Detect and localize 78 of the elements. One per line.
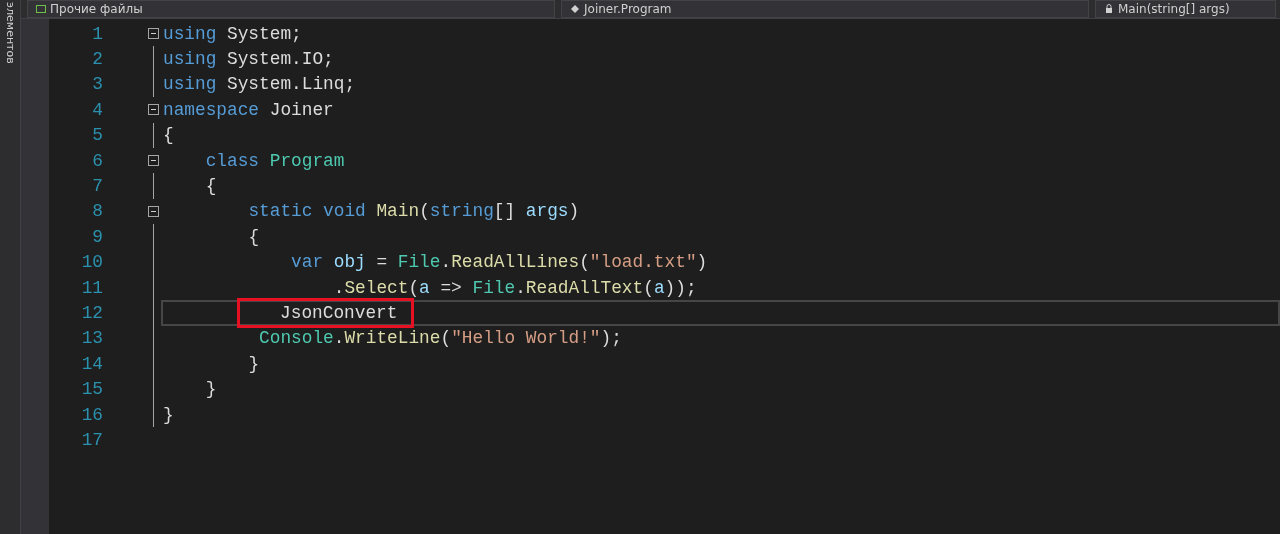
- line-number: 5: [91, 125, 104, 146]
- code-token: }: [163, 404, 174, 425]
- line-number: 4: [91, 99, 104, 120]
- code-token: {: [163, 125, 174, 146]
- code-token: class: [205, 150, 260, 171]
- line-number: 10: [80, 252, 104, 273]
- code-token: Select: [344, 277, 409, 298]
- line-number: 15: [80, 379, 104, 400]
- collapse-icon[interactable]: [147, 104, 159, 116]
- code-token: a: [419, 277, 430, 298]
- code-token: static void: [248, 201, 366, 222]
- diamond-icon: [570, 4, 580, 14]
- code-token: (: [643, 277, 654, 298]
- code-token: Program: [269, 150, 345, 171]
- code-token: obj: [333, 252, 366, 273]
- code-token: Console: [259, 328, 334, 349]
- code-token: }: [205, 379, 217, 400]
- code-token: }: [248, 353, 260, 374]
- code-token: .: [515, 277, 526, 298]
- code-token: );: [600, 328, 622, 349]
- collapse-icon[interactable]: [147, 205, 159, 217]
- code-token: System.IO;: [227, 49, 334, 70]
- code-token: (: [440, 328, 452, 349]
- code-token: .: [440, 252, 452, 273]
- window-icon: [36, 4, 46, 14]
- code-token: File: [472, 277, 516, 298]
- code-token: ReadAllLines: [451, 252, 580, 273]
- code-token: args: [525, 201, 569, 222]
- code-token: a: [653, 277, 665, 298]
- line-number: 12: [80, 303, 104, 323]
- code-token: .: [333, 277, 345, 298]
- code-token: =: [376, 252, 389, 273]
- code-token: {: [205, 176, 217, 197]
- code-token: using: [163, 49, 217, 70]
- code-token: Main: [376, 201, 420, 222]
- code-token: string: [429, 201, 494, 222]
- code-token: System;: [227, 23, 302, 44]
- code-token: []: [493, 201, 517, 222]
- line-number: 6: [91, 150, 104, 171]
- code-token: ): [568, 201, 580, 222]
- code-token: (: [419, 201, 430, 222]
- code-token: System.Linq;: [227, 74, 356, 95]
- line-number: 9: [91, 226, 104, 247]
- code-token: ));: [664, 277, 697, 298]
- code-token: "Hello World!": [451, 328, 601, 349]
- side-panel-tab[interactable]: элементов: [0, 0, 21, 534]
- line-number: 3: [91, 74, 104, 95]
- code-token: ReadAllText: [525, 277, 644, 298]
- collapse-icon[interactable]: [147, 155, 159, 167]
- code-token: WriteLine: [344, 328, 441, 349]
- line-number: 13: [80, 328, 104, 349]
- code-token: .: [333, 328, 345, 349]
- member-dropdown[interactable]: Main(string[] args): [1095, 0, 1276, 18]
- line-number: 16: [80, 404, 104, 425]
- code-token: JsonConvert: [237, 298, 415, 328]
- code-token: namespace: [163, 99, 260, 120]
- code-token: =>: [440, 277, 463, 298]
- line-number: 2: [91, 49, 104, 70]
- line-number: 11: [80, 277, 104, 298]
- line-number: 17: [80, 429, 104, 450]
- collapse-icon[interactable]: [147, 28, 159, 40]
- file-dropdown[interactable]: Прочие файлы: [27, 0, 555, 18]
- code-token: var: [291, 252, 324, 273]
- lock-icon: [1104, 4, 1114, 14]
- code-token: "load.txt": [589, 252, 697, 273]
- line-number: 14: [80, 353, 104, 374]
- code-token: using: [163, 74, 217, 95]
- line-number: 1: [91, 23, 104, 44]
- code-token: using: [163, 23, 217, 44]
- code-token: {: [248, 226, 260, 247]
- code-token: (: [579, 252, 590, 273]
- class-dropdown[interactable]: Joiner.Program: [561, 0, 1089, 18]
- line-number: 8: [91, 201, 104, 222]
- code-token: ): [696, 252, 708, 273]
- line-number: 7: [91, 176, 104, 197]
- code-token: (: [408, 277, 420, 298]
- code-token: File: [397, 252, 441, 273]
- code-token: Joiner: [269, 99, 334, 120]
